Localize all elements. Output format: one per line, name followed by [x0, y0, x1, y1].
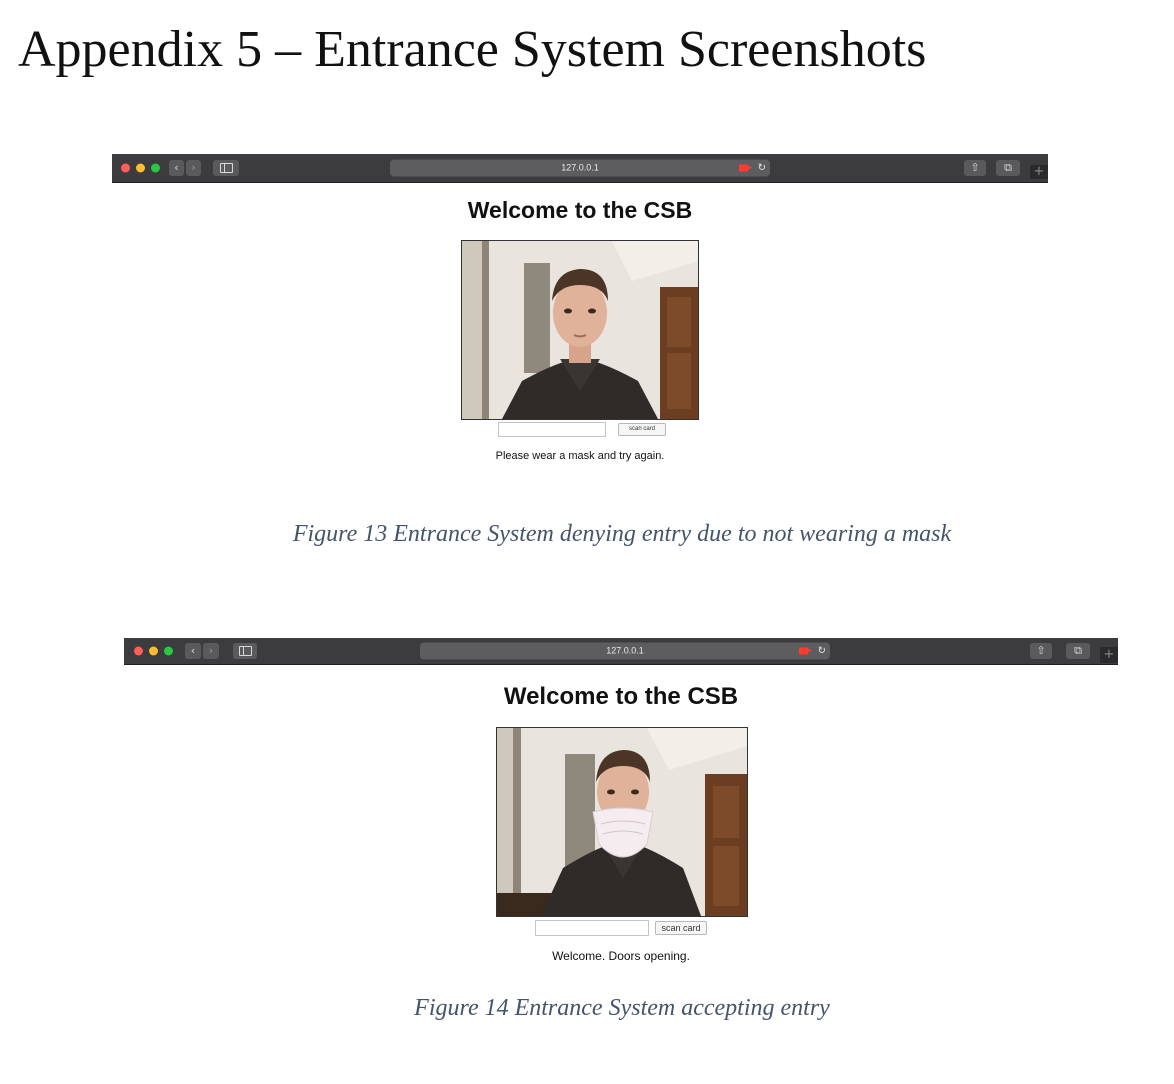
browser-toolbar: ‹ › 127.0.0.1 ↻ ⇧ ⧉ + — [124, 638, 1118, 665]
zoom-window-icon[interactable] — [164, 646, 173, 656]
forward-button[interactable]: › — [186, 160, 201, 176]
card-scan-form: scan card — [535, 920, 707, 936]
browser-screenshot-denied: ‹ › 127.0.0.1 ↻ ⇧ ⧉ + Welcome to the CSB — [112, 154, 1048, 472]
plus-icon: + — [1103, 647, 1115, 662]
webcam-feed — [461, 240, 699, 420]
minimize-window-icon[interactable] — [136, 163, 145, 173]
address-bar[interactable]: 127.0.0.1 ↻ — [420, 642, 830, 660]
webcam-image-no-mask — [462, 241, 698, 419]
close-window-icon[interactable] — [121, 163, 130, 173]
share-icon: ⇧ — [1036, 644, 1046, 657]
url-text: 127.0.0.1 — [606, 645, 644, 656]
tabs-overview-button[interactable]: ⧉ — [1066, 643, 1090, 659]
figure-caption: Figure 14 Entrance System accepting entr… — [414, 995, 830, 1021]
camera-recording-icon[interactable] — [799, 647, 812, 655]
chevron-right-icon: › — [208, 644, 214, 657]
url-text: 127.0.0.1 — [561, 162, 599, 173]
tabs-overview-icon: ⧉ — [1074, 644, 1082, 657]
share-icon: ⇧ — [970, 161, 980, 174]
site-title: Welcome to the CSB — [503, 683, 739, 710]
nav-buttons: ‹ › — [169, 160, 201, 176]
sidebar-button[interactable] — [233, 643, 257, 659]
sidebar-icon — [219, 163, 233, 173]
chevron-left-icon: ‹ — [190, 644, 196, 657]
minimize-window-icon[interactable] — [149, 646, 158, 656]
tabs-overview-icon: ⧉ — [1004, 161, 1012, 174]
entry-status-message: Welcome. Doors opening. — [552, 949, 690, 963]
back-button[interactable]: ‹ — [169, 160, 184, 176]
browser-screenshot-accepted: ‹ › 127.0.0.1 ↻ ⇧ ⧉ + Welcome to the CSB — [124, 638, 1118, 974]
page-heading: Appendix 5 – Entrance System Screenshots — [18, 21, 927, 78]
new-tab-button[interactable]: + — [1100, 647, 1118, 663]
reload-icon[interactable]: ↻ — [758, 160, 766, 177]
sidebar-icon — [238, 646, 252, 656]
site-title: Welcome to the CSB — [467, 197, 693, 223]
figure-caption: Figure 13 Entrance System denying entry … — [292, 521, 952, 547]
card-scan-form: scan card — [498, 422, 666, 437]
browser-toolbar: ‹ › 127.0.0.1 ↻ ⇧ ⧉ + — [112, 154, 1048, 183]
scan-card-button[interactable]: scan card — [655, 921, 707, 935]
tabs-overview-button[interactable]: ⧉ — [996, 160, 1020, 176]
card-number-input[interactable] — [535, 920, 649, 936]
new-tab-button[interactable]: + — [1030, 165, 1048, 179]
share-button[interactable]: ⇧ — [1030, 643, 1052, 659]
address-bar[interactable]: 127.0.0.1 ↻ — [390, 159, 770, 177]
chevron-left-icon: ‹ — [174, 161, 179, 174]
card-number-input[interactable] — [498, 422, 606, 437]
sidebar-button[interactable] — [213, 160, 239, 176]
webcam-feed — [496, 727, 748, 917]
nav-buttons: ‹ › — [185, 643, 219, 659]
window-controls — [134, 646, 173, 656]
forward-button[interactable]: › — [203, 643, 219, 659]
close-window-icon[interactable] — [134, 646, 143, 656]
reload-icon[interactable]: ↻ — [818, 643, 826, 660]
plus-icon: + — [1033, 164, 1045, 179]
entry-status-message: Please wear a mask and try again. — [495, 450, 665, 462]
zoom-window-icon[interactable] — [151, 163, 160, 173]
webcam-image-with-mask — [497, 728, 747, 916]
share-button[interactable]: ⇧ — [964, 160, 986, 176]
camera-recording-icon[interactable] — [739, 164, 752, 172]
back-button[interactable]: ‹ — [185, 643, 201, 659]
window-controls — [121, 163, 160, 173]
scan-card-button[interactable]: scan card — [618, 423, 666, 436]
chevron-right-icon: › — [191, 161, 196, 174]
